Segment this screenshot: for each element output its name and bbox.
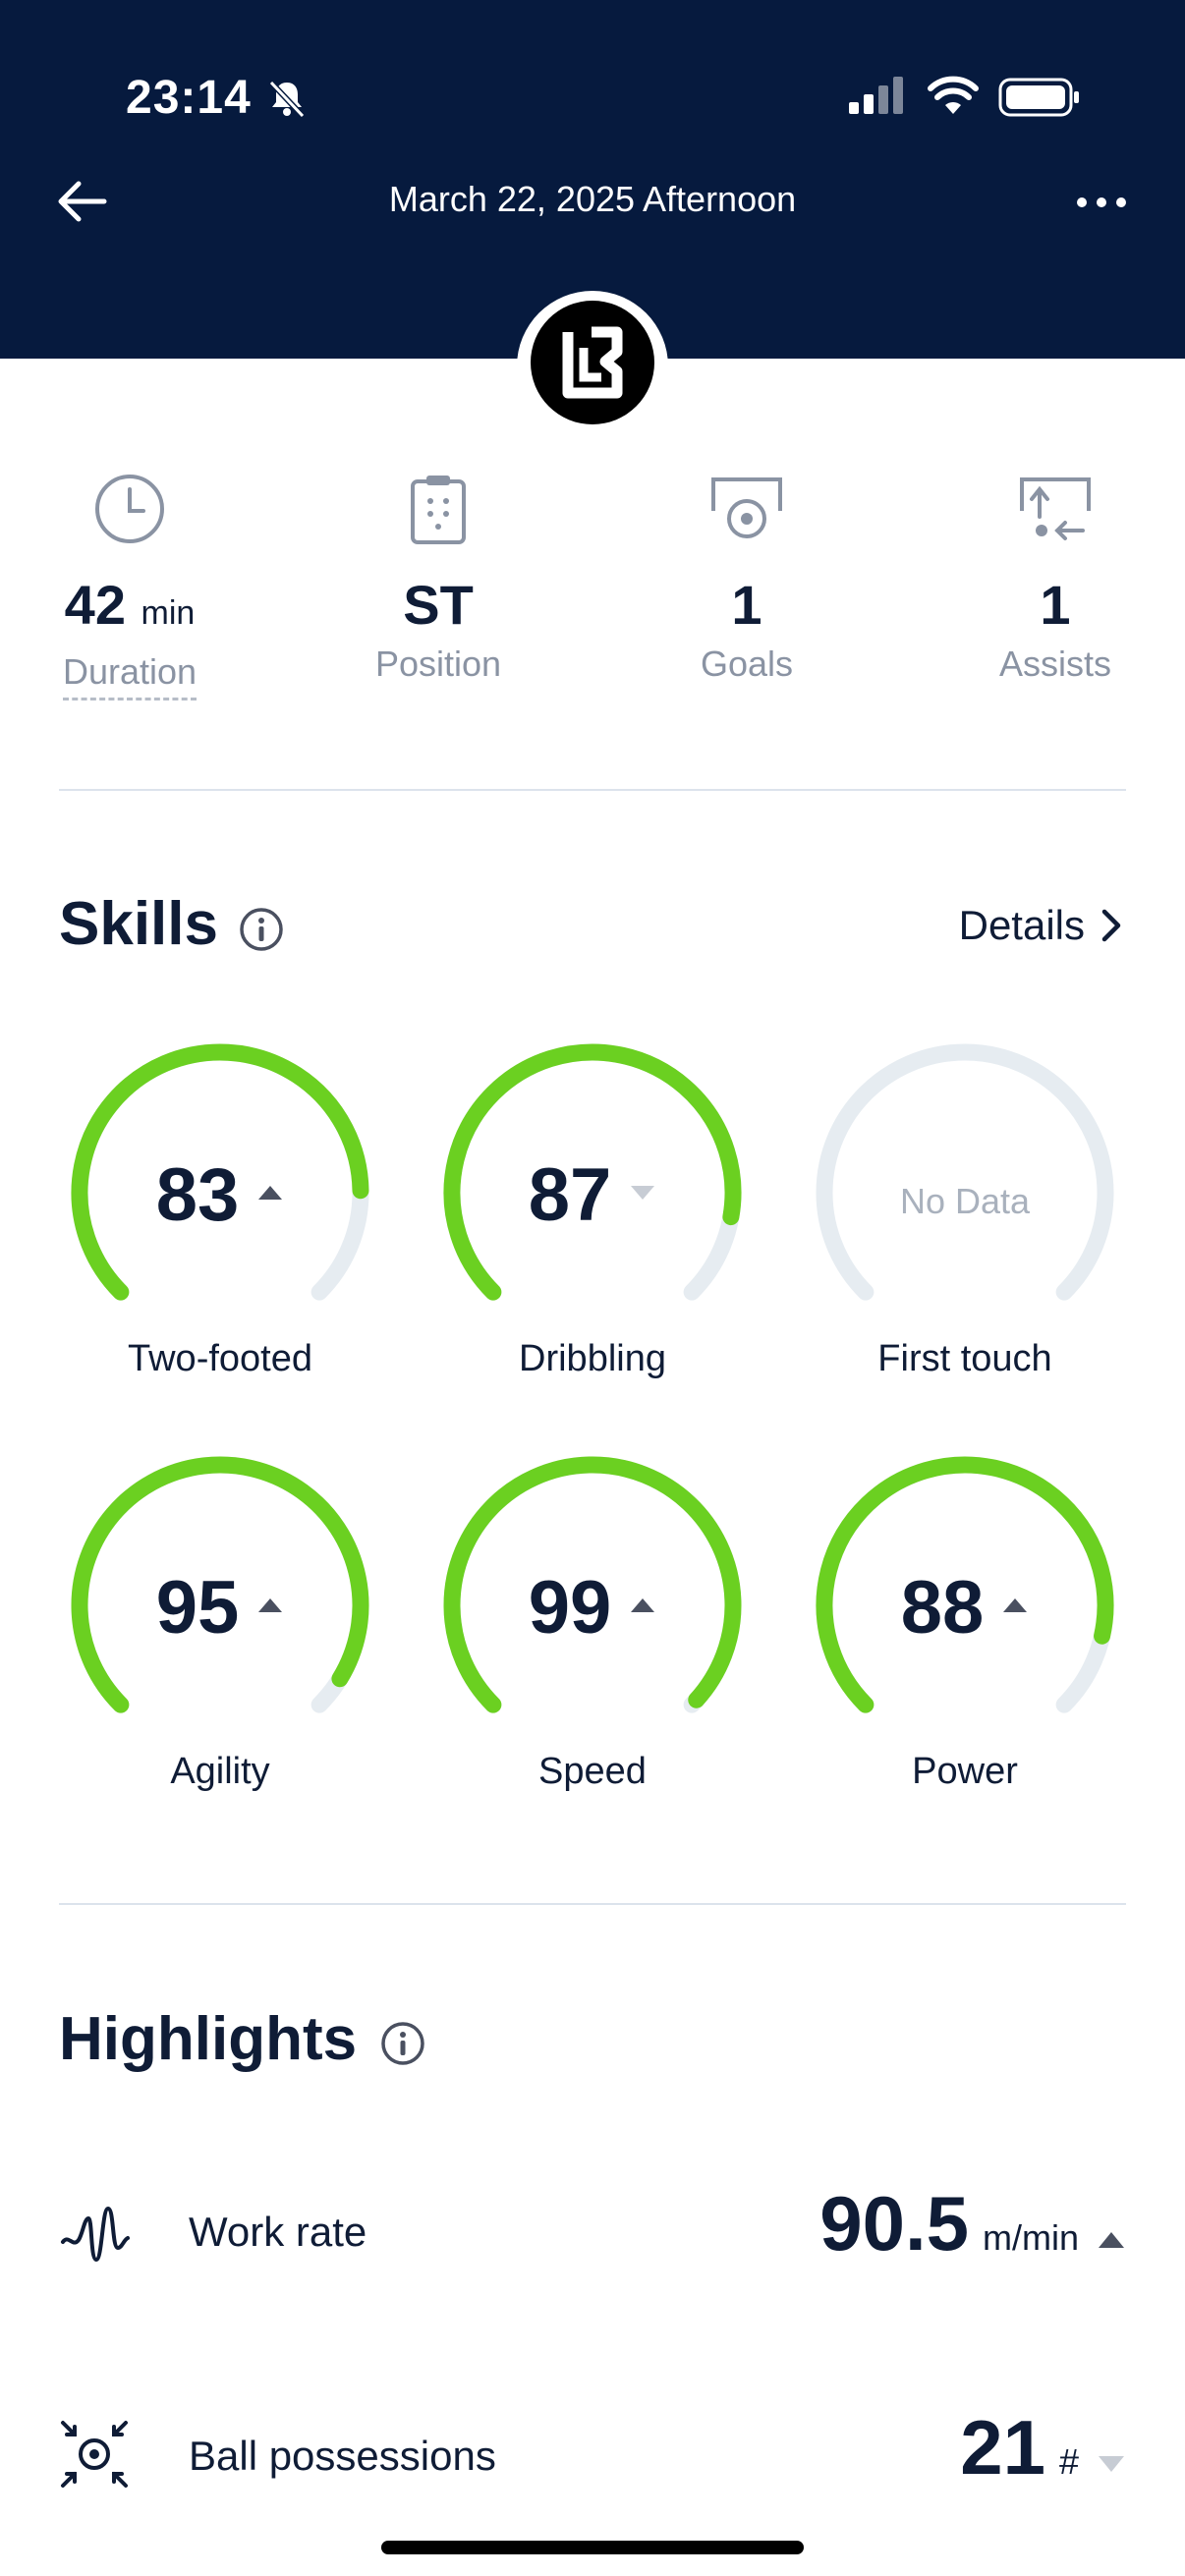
highlight-value: 21 # [960,2403,1126,2492]
highlight-value: 90.5 m/min [819,2179,1126,2268]
trend-up-icon [631,1597,655,1612]
clipboard-icon [411,476,466,544]
gauge-value: 88 [808,1564,1122,1652]
stat-label: Duration [62,650,198,700]
assist-icon [1020,477,1091,540]
stat-duration[interactable]: 42 min Duration [12,470,248,700]
gauge-track [816,1043,1114,1301]
trend-down-icon [631,1185,655,1200]
ball-possession-icon [61,2421,128,2488]
clock-icon [95,475,164,543]
skill-gauge-two-footed[interactable]: 83 [63,1036,377,1350]
skill-label: Agility [170,1751,270,1792]
stat-assists: 1 Assists [937,470,1173,686]
stat-value: 1 [1040,574,1071,636]
trend-up-icon [258,1597,283,1612]
gauge-no-data: No Data [899,1181,1031,1221]
skills-details-link[interactable]: Details [959,902,1124,949]
highlight-ball-possessions[interactable]: Ball possessions 21 # [59,2403,1126,2511]
cellular-signal-icon [849,77,903,114]
stat-value: 1 [731,574,762,636]
highlight-label: Ball possessions [189,2433,496,2479]
battery-icon [998,78,1079,117]
stat-goals: 1 Goals [629,470,865,686]
skill-label: Dribbling [519,1338,666,1379]
trend-up-icon [258,1185,283,1200]
gauge-value: 83 [63,1151,377,1240]
stat-label: Position [374,644,502,684]
page-title: March 22, 2025 Afternoon [388,179,797,219]
stat-label: Goals [700,644,794,684]
skill-gauge-dribbling[interactable]: 87 [435,1036,750,1350]
status-time: 23:14 [126,72,252,124]
stat-value: ST [403,574,474,636]
trend-up-icon [1003,1597,1028,1612]
highlight-work-rate[interactable]: Work rate 90.5 m/min [59,2179,1126,2287]
skill-label: Two-footed [128,1338,312,1379]
wifi-icon [928,76,979,114]
info-icon[interactable] [379,2020,426,2067]
trend-up-icon [1099,2232,1124,2248]
gauge-value: 87 [435,1151,750,1240]
highlight-label: Work rate [189,2209,367,2255]
home-indicator[interactable] [381,2541,804,2554]
highlights-title: Highlights [59,2005,358,2073]
skill-label: Power [912,1751,1018,1792]
skills-title: Skills [59,890,218,958]
stat-value: 42 min [64,574,196,636]
team-logo [531,301,654,424]
goal-icon [711,477,782,538]
divider [59,1903,1126,1905]
gauge-value: 99 [435,1564,750,1652]
skill-gauge-first-touch[interactable]: No Data [808,1036,1122,1350]
trend-down-icon [1099,2456,1124,2472]
chevron-right-icon [1101,909,1121,942]
work-rate-icon [61,2206,130,2263]
details-label: Details [958,902,1085,948]
skill-label: First touch [877,1338,1052,1379]
skill-gauge-power[interactable]: 88 [808,1448,1122,1763]
bell-muted-icon [268,80,306,119]
skill-gauge-agility[interactable]: 95 [63,1448,377,1763]
gauge-value: 95 [63,1564,377,1652]
skill-label: Speed [538,1751,647,1792]
stat-label: Assists [998,644,1111,684]
stat-position: ST Position [320,470,556,686]
info-icon[interactable] [238,906,285,953]
more-options-icon[interactable] [1075,193,1128,212]
divider [59,789,1126,791]
skill-gauge-speed[interactable]: 99 [435,1448,750,1763]
